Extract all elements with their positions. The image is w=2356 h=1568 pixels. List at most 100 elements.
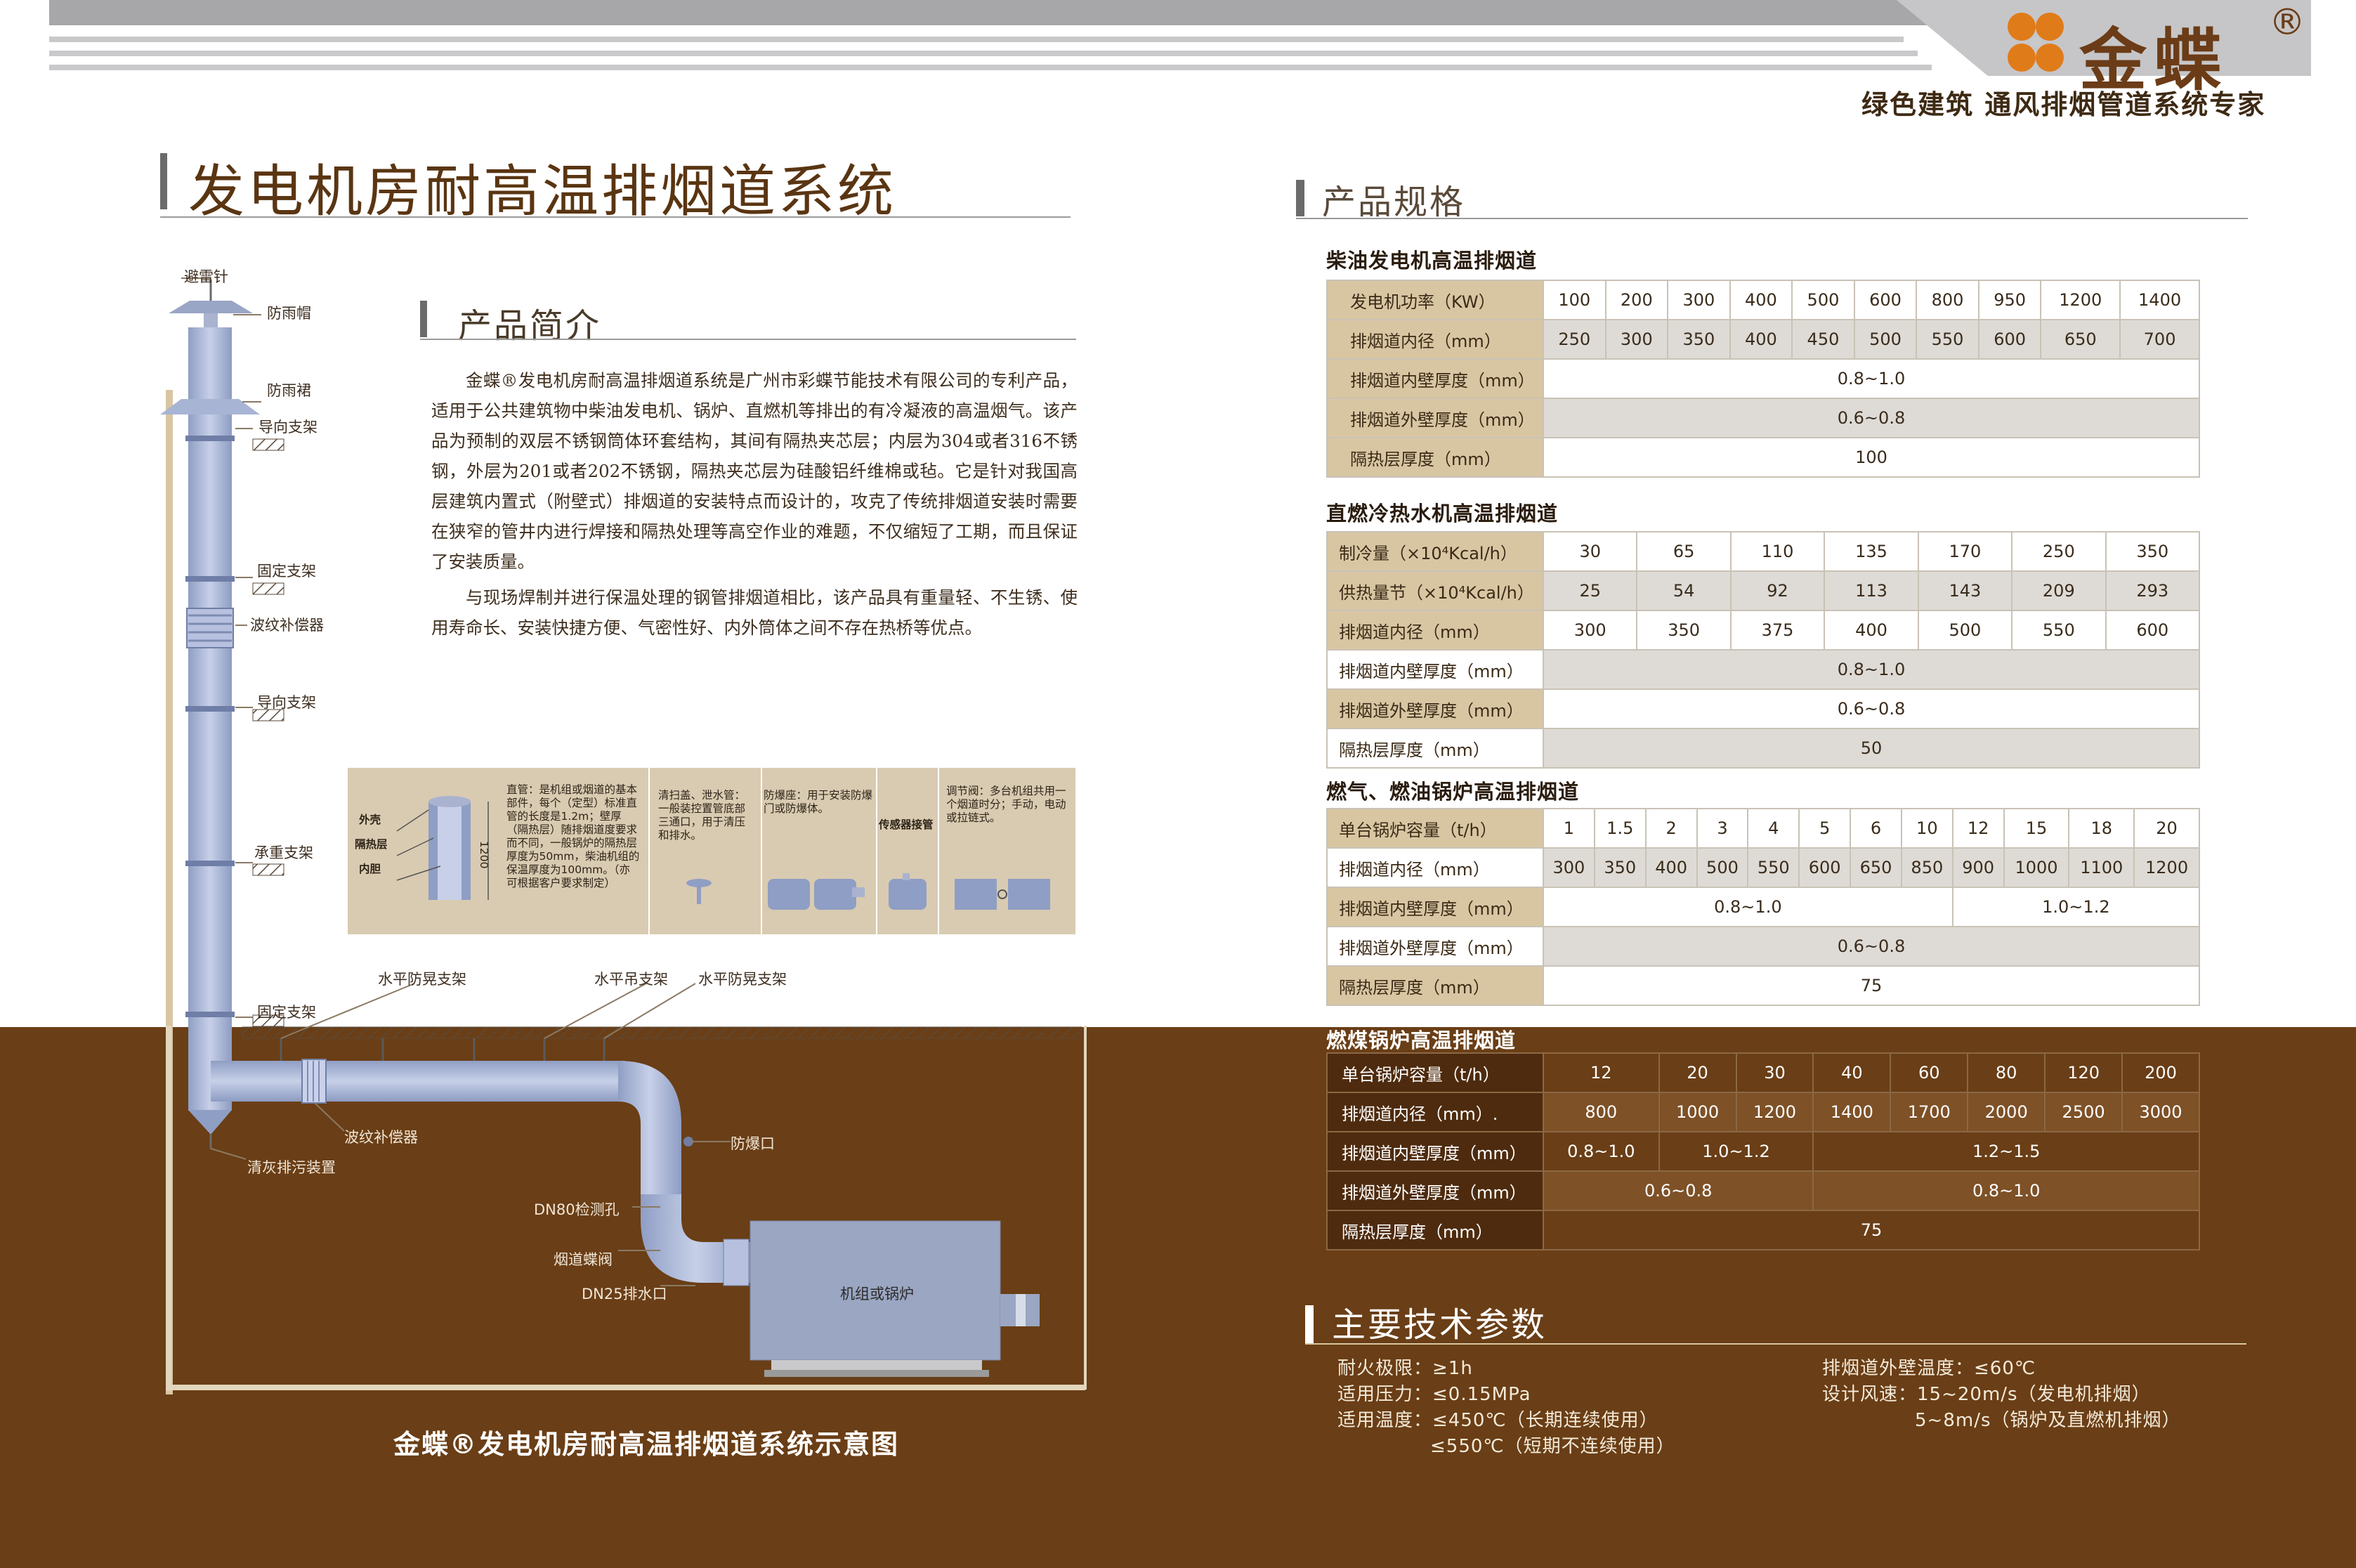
cell: 1200 [2133,847,2200,888]
table-row: 隔热层厚度（mm） 100 [1326,437,2200,478]
layer-outer: 外壳 [359,814,381,826]
label-fixed-bracket: 固定支架 [257,1004,316,1021]
label-dn80: DN80检测孔 [534,1201,620,1218]
cell: 2500 [2044,1092,2123,1132]
table-row: 供热量节（×10⁴Kcal/h） 25 54 92 113 143 209 293 [1326,570,2201,611]
table-gas-oil: 单台锅炉容量（t/h） 1 1.5 23 45 6 10 12 15 18 20 排烟道… [1326,808,2201,1006]
table-row: 排烟道外壁厚度（mm） 0.6~0.8 [1326,926,2200,967]
table-row: 排烟道外壁厚度（mm） 0.6~0.8 0.8~1.0 [1326,1170,2200,1211]
table-row: 隔热层厚度（mm） 75 [1326,1210,2200,1250]
cell: 209 [2011,570,2107,611]
sensor-pipe-desc: 传感器接管 [879,818,934,831]
table-row: 排烟道内径（mm） 300 350 400 500 550 600 650 850 90… [1326,847,2200,888]
sensor-pipe-icon [889,873,927,910]
cell: 375 [1729,610,1826,651]
drain-cap-icon [686,879,712,904]
table-row: 排烟道外壁厚度（mm） 0.6~0.8 [1326,688,2200,729]
cell: 1400 [1812,1092,1892,1132]
label-rain-skirt: 防雨裙 [267,382,311,399]
cell: 300 [1604,319,1669,360]
label-h-hanger: 水平吊支架 [594,971,668,988]
cell: 650 [2040,319,2121,360]
cell: 12 [1543,1052,1660,1093]
table-row: 排烟道内径（mm）. 800 1000 1200 1400 1700 2000 250… [1326,1092,2200,1132]
cell: 1400 [2119,280,2200,320]
cell: 0.8~1.0 [1543,649,2200,690]
row-label: 排烟道外壁厚度（mm） [1326,1170,1544,1211]
registered-mark: ® [2269,1,2305,44]
cell: 40 [1812,1052,1892,1093]
row-label: 单台锅炉容量（t/h） [1326,808,1544,849]
component-detail-panel: 外壳 隔热层 内胆 1200 直管：是机组或烟道的基本部件，每个（定型）标准直管… [348,768,1075,934]
table-row: 排烟道外壁厚度（mm） 0.6~0.8 [1326,398,2200,438]
cell: 1200 [1735,1092,1814,1132]
cell: 3000 [2121,1092,2200,1132]
table-row: 排烟道内壁厚度（mm） 0.8~1.0 [1326,649,2200,690]
cell: 54 [1636,570,1732,611]
cell: 250 [1543,319,1606,360]
table-title-gas-oil: 燃气、燃油锅炉高温排烟道 [1326,780,1580,804]
divider [1296,218,2248,219]
divider [1305,1343,2246,1345]
cell: 1200 [2040,280,2121,320]
cell: 500 [1853,319,1918,360]
label-bellows: 波纹补偿器 [344,1129,418,1146]
cell: 300 [1542,610,1638,651]
cell: 18 [2068,808,2135,849]
section-bar [1305,1305,1314,1343]
cell: 143 [1917,570,2013,611]
cell: 6 [1850,808,1902,849]
cell: 3 [1696,808,1749,849]
cell: 600 [1977,319,2042,360]
butterfly-logo-icon [2008,13,2064,72]
label-explosion-port: 防爆口 [731,1135,775,1152]
cell: 700 [2119,319,2200,360]
cell: 20 [2133,808,2200,849]
label-fixed-bracket: 固定支架 [257,563,316,580]
cell: 500 [1791,280,1855,320]
label-load-bracket: 承重支架 [254,844,313,861]
cell: 80 [1967,1052,2046,1093]
cell: 350 [2105,531,2201,572]
row-label: 排烟道内径（mm） [1326,319,1544,360]
table-chiller: 制冷量（×10⁴Kcal/h） 30 65 110 135 170 250 350 供… [1326,531,2201,769]
explosion-seat-desc: 防爆座：用于安装防爆门或防爆体。 [764,789,873,815]
label-unit: 机组或锅炉 [840,1286,914,1302]
explosion-seat-icon [768,879,865,910]
layer-inner: 内胆 [359,863,381,875]
row-label: 排烟道外壁厚度（mm） [1326,926,1544,967]
cell: 500 [1917,610,2013,651]
cell: 1 [1543,808,1595,849]
damper-desc: 调节阀：多台机组共用一个烟道时分；手动，电动或拉链式。 [946,785,1066,824]
cell: 450 [1791,319,1855,360]
label-guide-bracket: 导向支架 [258,419,318,436]
cell: 400 [1644,847,1698,888]
row-label: 隔热层厚度（mm） [1326,1210,1544,1250]
cell: 600 [2105,610,2201,651]
table-row: 排烟道内壁厚度（mm） 0.8~1.0 1.0~1.2 [1326,887,2201,927]
row-label: 隔热层厚度（mm） [1326,728,1544,769]
cell: 120 [2044,1052,2123,1093]
table-diesel: 发电机功率（KW） 100 200 300 400 500 600 800 950 12… [1326,280,2200,478]
cell: 110 [1729,531,1826,572]
straight-pipe-desc: 直管：是机组或烟道的基本部件，每个（定型）标准直管的长度是1.2m；壁厚（隔热层… [506,783,640,889]
cell: 2000 [1967,1092,2046,1132]
clean-cover-desc: 清扫盖、泄水管：一般装控置管底部三通口，用于清压和排水。 [658,789,746,842]
cell: 200 [1604,280,1669,320]
cell: 1700 [1890,1092,1969,1132]
cell: 10 [1900,808,1953,849]
row-label: 排烟道内壁厚度（mm） [1326,358,1544,399]
cell: 0.6~0.8 [1542,1170,1814,1211]
cell: 0.6~0.8 [1543,688,2200,729]
cell: 800 [1916,280,1979,320]
cell: 0.6~0.8 [1543,398,2200,438]
param-outer-wall-temp: 排烟道外壁温度：≤60℃ [1822,1358,2036,1379]
cell: 12 [1951,808,2005,849]
cell: 92 [1729,570,1826,611]
cell: 0.6~0.8 [1543,926,2200,967]
cell: 135 [1824,531,1919,572]
cell: 550 [2011,610,2107,651]
cell: 800 [1543,1092,1660,1132]
cell: 50 [1543,728,2200,769]
row-label: 隔热层厚度（mm） [1326,965,1544,1006]
